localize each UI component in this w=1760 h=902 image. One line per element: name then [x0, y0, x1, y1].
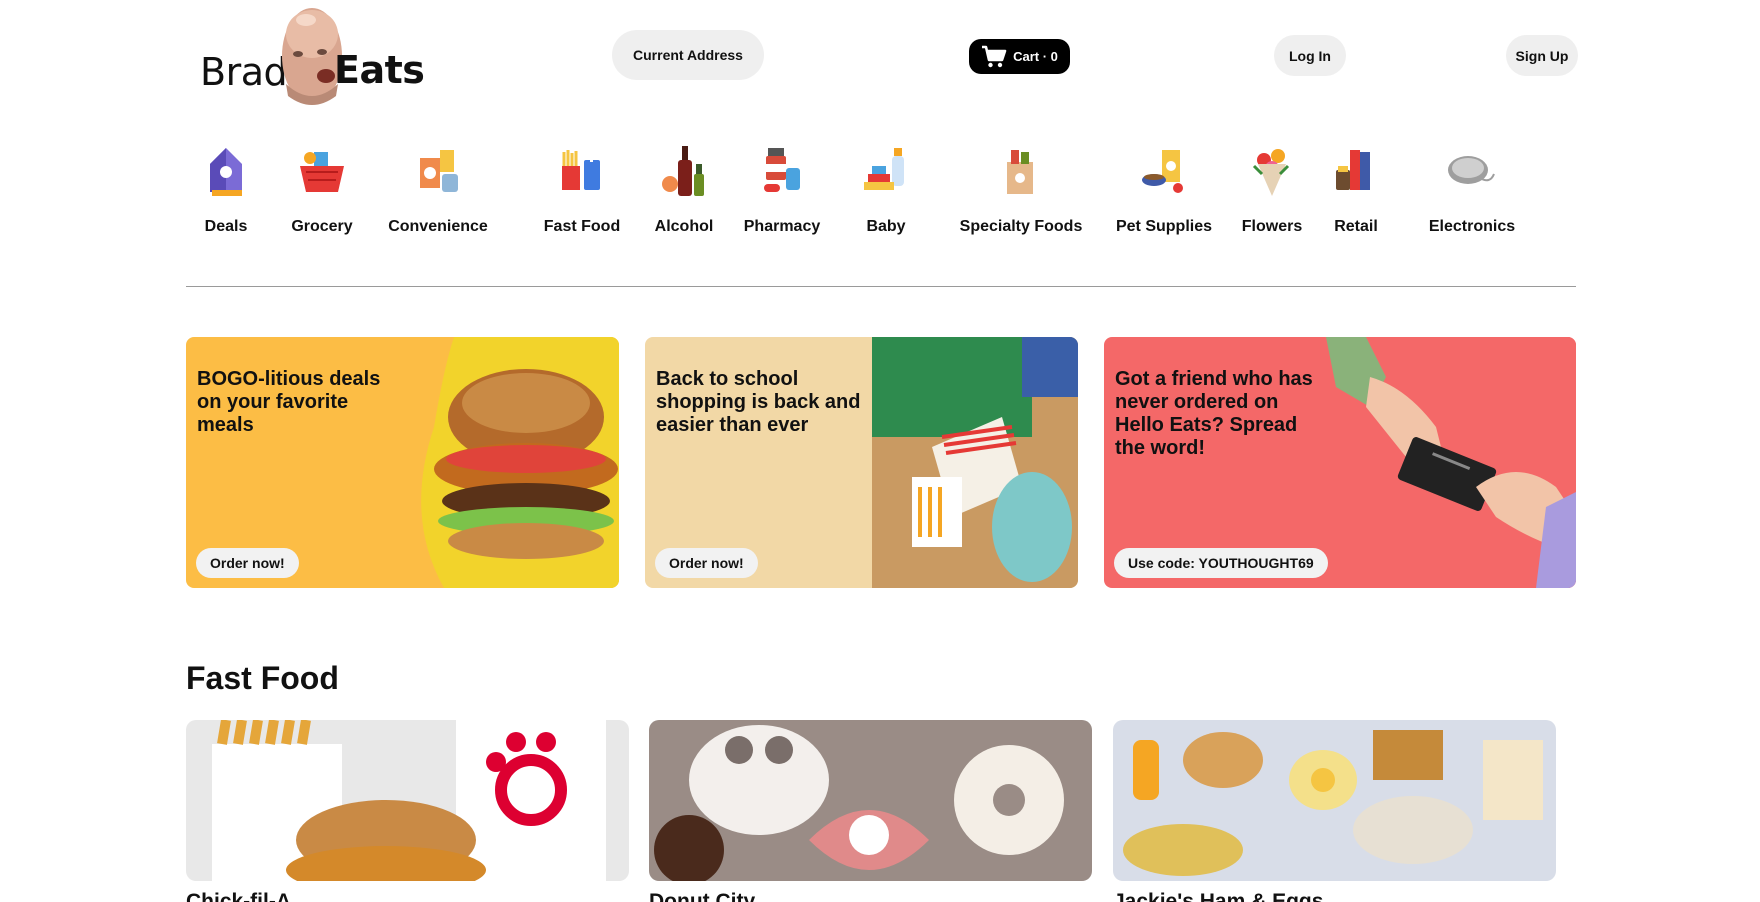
- flowers-icon: [1252, 149, 1290, 196]
- fast-food-icon: [562, 148, 600, 190]
- promo-text: Back to school shopping is back and easi…: [656, 368, 861, 436]
- specialty-foods-icon: [1007, 150, 1033, 194]
- gift-card-handoff-image: [1326, 337, 1576, 588]
- current-address-button[interactable]: Current Address: [612, 30, 764, 80]
- promo-text: BOGO-litious deals on your favorite meal…: [197, 368, 381, 436]
- category-label: Baby: [866, 218, 906, 235]
- category-label: Fast Food: [543, 218, 621, 235]
- store-image: [649, 720, 1092, 885]
- retail-books-icon: [1336, 150, 1370, 190]
- store-name: Jackie's Ham & Eggs: [1113, 890, 1324, 902]
- category-pharmacy[interactable]: Pharmacy: [732, 138, 832, 248]
- site-header: Brad Eats Current Address Cart · 0 Log I…: [0, 0, 1760, 120]
- category-grocery[interactable]: Grocery: [282, 138, 362, 248]
- logo-text-brad: Brad: [200, 50, 288, 94]
- alcohol-bottles-icon: [662, 146, 704, 196]
- category-flowers[interactable]: Flowers: [1232, 138, 1312, 248]
- category-label: Retail: [1334, 218, 1378, 235]
- category-label: Flowers: [1241, 218, 1303, 235]
- category-label: Deals: [204, 218, 248, 235]
- category-label: Pet Supplies: [1115, 218, 1213, 235]
- signup-button[interactable]: Sign Up: [1506, 35, 1578, 76]
- category-pet-supplies[interactable]: Pet Supplies: [1110, 138, 1218, 248]
- promo-banner-bogo[interactable]: BOGO-litious deals on your favorite meal…: [186, 337, 619, 588]
- store-card-chick-fil-a[interactable]: Chick-fil-A: [186, 719, 629, 902]
- store-card-donut-city[interactable]: Donut City: [649, 720, 1092, 902]
- promo-banner-back-to-school[interactable]: Back to school shopping is back and easi…: [645, 337, 1078, 588]
- category-label: Alcohol: [654, 218, 714, 235]
- login-button[interactable]: Log In: [1274, 35, 1346, 76]
- burger-image: [421, 337, 619, 588]
- cart-button[interactable]: Cart · 0: [969, 39, 1070, 74]
- deals-icon: [210, 148, 242, 196]
- category-retail[interactable]: Retail: [1316, 138, 1396, 248]
- category-label: Pharmacy: [743, 218, 821, 235]
- cart-label: Cart · 0: [1013, 49, 1058, 64]
- pet-supplies-icon: [1142, 150, 1183, 193]
- category-divider: [186, 286, 1576, 287]
- category-deals[interactable]: Deals: [186, 138, 266, 248]
- category-fast-food[interactable]: Fast Food: [542, 138, 622, 248]
- referral-code-button[interactable]: Use code: YOUTHOUGHT69: [1114, 548, 1328, 578]
- store-image: [186, 719, 629, 894]
- logo-text-eats: Eats: [334, 48, 425, 92]
- shopping-cart-icon: [982, 45, 1007, 67]
- pharmacy-icon: [764, 148, 800, 192]
- category-electronics[interactable]: Electronics: [1412, 138, 1532, 248]
- baby-bottle-icon: [864, 148, 904, 190]
- category-alcohol[interactable]: Alcohol: [644, 138, 724, 248]
- grocery-basket-icon: [300, 152, 344, 192]
- computer-mouse-icon: [1448, 156, 1495, 184]
- category-convenience[interactable]: Convenience: [378, 138, 498, 248]
- category-label: Electronics: [1428, 218, 1516, 235]
- category-label: Grocery: [291, 218, 353, 235]
- store-name: Donut City: [649, 890, 756, 902]
- store-card-jackies-ham-eggs[interactable]: Jackie's Ham & Eggs: [1113, 720, 1556, 902]
- store-image: [1113, 720, 1556, 881]
- promo-banner-referral[interactable]: Got a friend who has never ordered on He…: [1104, 337, 1576, 588]
- store-name: Chick-fil-A: [186, 890, 291, 902]
- order-now-button[interactable]: Order now!: [655, 548, 758, 578]
- promo-text: Got a friend who has never ordered on He…: [1115, 368, 1313, 459]
- category-label: Specialty Foods: [959, 218, 1083, 235]
- category-baby[interactable]: Baby: [846, 138, 926, 248]
- brand-logo[interactable]: Brad Eats: [198, 4, 425, 110]
- convenience-icon: [420, 150, 458, 192]
- school-supplies-image: [872, 337, 1078, 588]
- category-bar: Deals Grocery Convenience Fast Food Alco…: [186, 138, 1576, 248]
- category-label: Convenience: [388, 218, 488, 235]
- order-now-button[interactable]: Order now!: [196, 548, 299, 578]
- section-title: Fast Food: [186, 660, 339, 696]
- category-specialty-foods[interactable]: Specialty Foods: [956, 138, 1086, 248]
